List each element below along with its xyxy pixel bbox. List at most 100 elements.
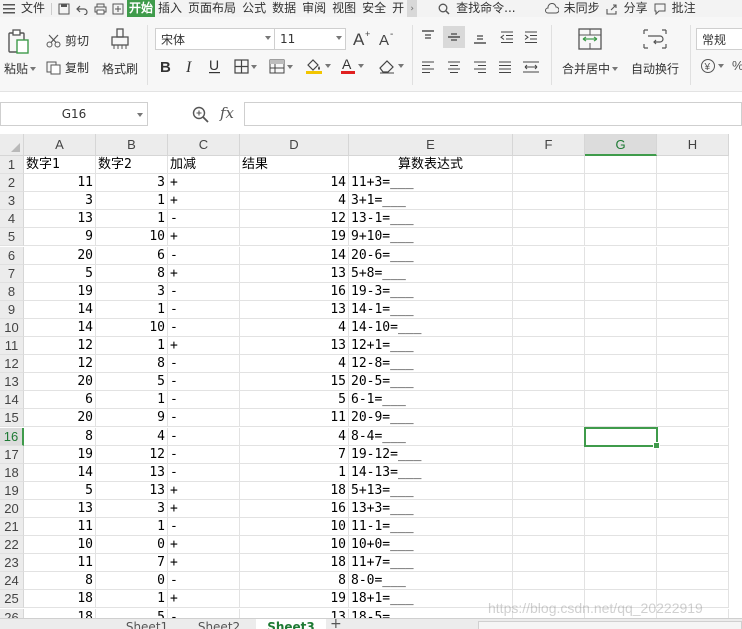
- table-cell[interactable]: 5+13=___: [349, 481, 513, 500]
- decrease-indent-button[interactable]: [499, 29, 515, 45]
- table-cell[interactable]: [585, 318, 657, 337]
- table-cell[interactable]: 9+10=___: [349, 228, 513, 247]
- table-cell[interactable]: [513, 427, 585, 446]
- print-icon[interactable]: [91, 0, 109, 17]
- row-header[interactable]: 14: [0, 391, 24, 410]
- table-cell[interactable]: [657, 536, 729, 555]
- table-cell[interactable]: -: [168, 608, 240, 618]
- table-cell[interactable]: 10: [24, 536, 96, 555]
- currency-format-button[interactable]: ¥: [700, 58, 724, 74]
- table-cell[interactable]: [657, 608, 729, 618]
- row-header[interactable]: 21: [0, 518, 24, 536]
- table-cell[interactable]: 14: [24, 300, 96, 319]
- table-cell[interactable]: 14: [24, 463, 96, 482]
- row-header[interactable]: 22: [0, 536, 24, 555]
- table-cell[interactable]: [513, 445, 585, 464]
- table-cell[interactable]: 5+8=___: [349, 264, 513, 283]
- column-header-e[interactable]: E: [349, 134, 513, 156]
- merge-center-button[interactable]: 合并居中: [562, 60, 619, 77]
- table-cell[interactable]: 13: [24, 210, 96, 229]
- table-cell[interactable]: +: [168, 536, 240, 555]
- tab-security[interactable]: 安全: [359, 0, 389, 17]
- cell-style-button[interactable]: [269, 59, 293, 74]
- align-left-button[interactable]: [420, 59, 436, 75]
- underline-button[interactable]: U: [208, 58, 222, 74]
- table-cell[interactable]: [513, 554, 585, 573]
- sync-status[interactable]: 未同步: [561, 0, 603, 17]
- tab-review[interactable]: 审阅: [299, 0, 329, 17]
- row-header[interactable]: 15: [0, 409, 24, 428]
- table-cell[interactable]: [657, 264, 729, 283]
- tab-page-layout[interactable]: 页面布局: [185, 0, 239, 17]
- table-cell[interactable]: 5: [240, 391, 349, 410]
- table-cell[interactable]: 14: [240, 174, 349, 193]
- table-cell[interactable]: 5: [24, 264, 96, 283]
- table-cell[interactable]: [513, 518, 585, 536]
- align-right-button[interactable]: [472, 59, 488, 75]
- table-cell[interactable]: [657, 246, 729, 265]
- tab-home[interactable]: 开始: [127, 0, 156, 17]
- table-cell[interactable]: -: [168, 318, 240, 337]
- table-cell[interactable]: -: [168, 355, 240, 374]
- table-cell[interactable]: 14-13=___: [349, 463, 513, 482]
- table-cell[interactable]: 4: [96, 427, 168, 446]
- table-cell[interactable]: +: [168, 590, 240, 609]
- table-cell[interactable]: +: [168, 554, 240, 573]
- table-cell[interactable]: 1: [96, 590, 168, 609]
- percent-format-button[interactable]: %: [732, 57, 742, 73]
- table-cell[interactable]: [513, 590, 585, 609]
- spreadsheet-grid[interactable]: A B C D E F G H 1 数字1 数字2 加减 结果 算数表达式 2 11 3 +14 11+3=___ 3…: [0, 134, 742, 618]
- table-cell[interactable]: -: [168, 373, 240, 392]
- table-cell[interactable]: 11: [24, 174, 96, 193]
- tab-insert[interactable]: 插入: [155, 0, 185, 17]
- table-cell[interactable]: [585, 536, 657, 555]
- table-cell[interactable]: [657, 590, 729, 609]
- table-cell[interactable]: 0: [96, 572, 168, 591]
- column-header-b[interactable]: B: [96, 134, 168, 156]
- table-cell[interactable]: +: [168, 174, 240, 193]
- table-cell[interactable]: [513, 210, 585, 229]
- table-cell[interactable]: [513, 300, 585, 319]
- table-cell[interactable]: 1: [96, 337, 168, 355]
- row-header[interactable]: 9: [0, 300, 24, 319]
- table-cell[interactable]: [657, 355, 729, 374]
- table-cell[interactable]: [657, 300, 729, 319]
- align-middle-button[interactable]: [443, 26, 465, 48]
- table-cell[interactable]: 13: [240, 608, 349, 618]
- table-cell[interactable]: [657, 318, 729, 337]
- table-cell[interactable]: [585, 246, 657, 265]
- row-header[interactable]: 8: [0, 282, 24, 301]
- zoom-magnifier-icon[interactable]: [192, 106, 209, 126]
- table-cell[interactable]: 8-0=___: [349, 572, 513, 591]
- row-header[interactable]: 26: [0, 608, 24, 618]
- tab-developer[interactable]: 开: [389, 0, 407, 17]
- table-cell[interactable]: 6-1=___: [349, 391, 513, 410]
- table-cell[interactable]: [657, 282, 729, 301]
- tab-formulas[interactable]: 公式: [239, 0, 269, 17]
- table-cell[interactable]: 13: [24, 499, 96, 518]
- chevron-right-icon[interactable]: ›: [407, 0, 418, 17]
- table-cell[interactable]: -: [168, 445, 240, 464]
- table-cell[interactable]: 5: [96, 608, 168, 618]
- table-cell[interactable]: -: [168, 518, 240, 536]
- column-header-h[interactable]: H: [657, 134, 729, 156]
- table-cell[interactable]: [585, 463, 657, 482]
- table-cell[interactable]: 19: [24, 445, 96, 464]
- table-cell[interactable]: [585, 210, 657, 229]
- table-cell[interactable]: [585, 572, 657, 591]
- table-cell[interactable]: 19: [240, 228, 349, 247]
- table-cell[interactable]: [513, 264, 585, 283]
- table-cell[interactable]: 8: [240, 572, 349, 591]
- bold-button[interactable]: B: [159, 58, 173, 74]
- table-cell[interactable]: 18: [240, 481, 349, 500]
- row-header[interactable]: 16: [0, 427, 24, 446]
- table-cell[interactable]: 1: [96, 391, 168, 410]
- table-cell[interactable]: [585, 427, 657, 446]
- cut-button[interactable]: 剪切: [46, 32, 89, 49]
- table-cell[interactable]: [657, 481, 729, 500]
- paste-button[interactable]: [6, 29, 30, 55]
- table-cell[interactable]: 10: [240, 536, 349, 555]
- row-header[interactable]: 23: [0, 554, 24, 573]
- row-header[interactable]: 7: [0, 264, 24, 283]
- table-cell[interactable]: +: [168, 499, 240, 518]
